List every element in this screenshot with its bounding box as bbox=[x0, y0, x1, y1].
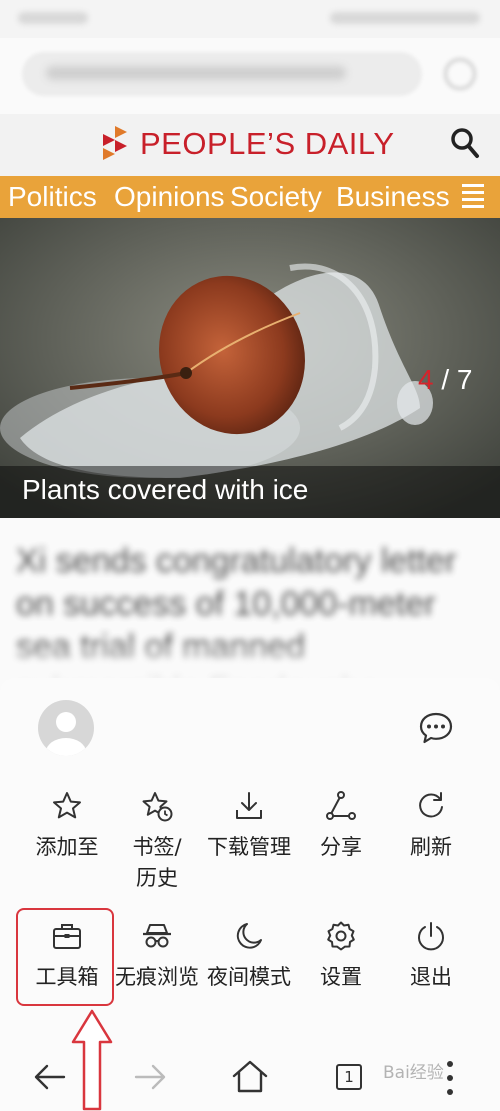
menu-item-label: 设置 bbox=[320, 965, 362, 989]
watermark: Bai经验 bbox=[383, 1063, 444, 1083]
sheet-shadow bbox=[0, 640, 500, 680]
menu-item-label: 下载管理 bbox=[207, 835, 291, 859]
share-icon bbox=[326, 791, 356, 820]
tabs-button[interactable]: 1 bbox=[336, 1064, 362, 1090]
nav-item-society[interactable]: Society bbox=[230, 181, 322, 213]
menu-item-toolbox[interactable]: 工具箱 bbox=[22, 920, 112, 993]
menu-item-incognito[interactable]: 无痕浏览 bbox=[112, 920, 202, 993]
menu-item-refresh[interactable]: 刷新 bbox=[386, 790, 476, 863]
menu-item-label: 工具箱 bbox=[35, 965, 99, 989]
hamburger-menu-icon[interactable] bbox=[462, 183, 484, 209]
forward-arrow-icon[interactable] bbox=[128, 1055, 172, 1099]
star-icon bbox=[53, 792, 81, 819]
tab-count: 1 bbox=[344, 1068, 354, 1086]
menu-item-share[interactable]: 分享 bbox=[296, 790, 386, 863]
menu-item-settings[interactable]: 设置 bbox=[296, 920, 386, 993]
home-icon[interactable] bbox=[228, 1055, 272, 1099]
menu-item-label: 退出 bbox=[410, 965, 452, 989]
slide-total: 7 bbox=[456, 364, 473, 395]
nav-item-business[interactable]: Business bbox=[336, 181, 450, 213]
refresh-icon bbox=[419, 792, 443, 818]
nav-item-opinions[interactable]: Opinions bbox=[114, 181, 225, 213]
section-nav-bar: Politics Opinions Society Business bbox=[0, 176, 500, 218]
menu-item-download-manager[interactable]: 下载管理 bbox=[204, 790, 294, 863]
menu-item-exit[interactable]: 退出 bbox=[386, 920, 476, 993]
slide-current: 4 bbox=[418, 364, 434, 395]
incognito-icon bbox=[143, 924, 171, 948]
menu-item-label: 无痕浏览 bbox=[115, 965, 199, 989]
status-bar bbox=[0, 0, 500, 38]
avatar[interactable] bbox=[38, 700, 94, 756]
menu-item-label: 夜间模式 bbox=[207, 965, 291, 989]
back-arrow-icon[interactable] bbox=[28, 1055, 72, 1099]
more-vertical-icon[interactable] bbox=[442, 1058, 458, 1098]
search-icon[interactable] bbox=[450, 126, 480, 160]
annotation-arrow-icon bbox=[71, 1009, 113, 1111]
menu-item-add-to[interactable]: 添加至 bbox=[22, 790, 112, 863]
message-icon[interactable] bbox=[418, 710, 454, 746]
bookmark-history-icon bbox=[142, 792, 173, 822]
gear-icon bbox=[327, 921, 355, 951]
address-bar-action-icon[interactable] bbox=[444, 58, 476, 90]
site-logo-text[interactable]: PEOPLE’S DAILY bbox=[140, 126, 395, 162]
menu-item-night-mode[interactable]: 夜间模式 bbox=[204, 920, 294, 993]
moon-icon bbox=[236, 923, 262, 949]
slide-separator: / bbox=[441, 364, 450, 395]
download-icon bbox=[236, 792, 262, 819]
menu-item-label: 分享 bbox=[320, 835, 362, 859]
menu-item-label: 刷新 bbox=[410, 835, 452, 859]
peoples-daily-logo-icon bbox=[103, 126, 127, 160]
address-text bbox=[46, 66, 346, 80]
slide-caption[interactable]: Plants covered with ice bbox=[22, 474, 308, 506]
menu-item-bookmarks-history[interactable]: 书签/历史 bbox=[112, 790, 202, 894]
slide-counter: 4 / 7 bbox=[418, 364, 473, 396]
menu-item-label: 书签/历史 bbox=[132, 835, 182, 890]
menu-item-label: 添加至 bbox=[35, 835, 99, 859]
toolbox-icon bbox=[53, 924, 81, 949]
nav-item-politics[interactable]: Politics bbox=[8, 181, 97, 213]
power-icon bbox=[418, 922, 444, 951]
